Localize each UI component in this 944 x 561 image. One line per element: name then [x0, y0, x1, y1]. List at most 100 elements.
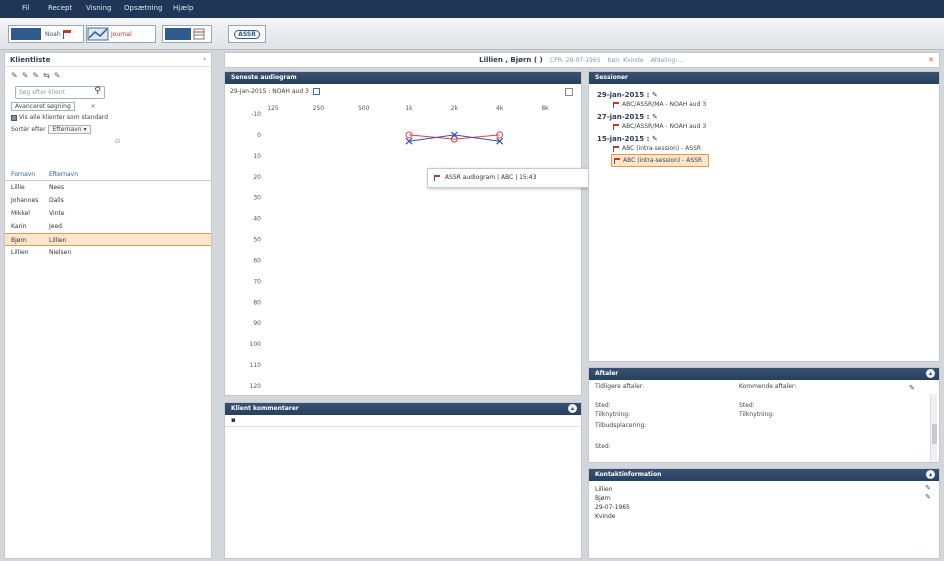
appointments-title: Aftaler: [595, 370, 619, 377]
edit-icon[interactable]: ✎: [925, 484, 931, 493]
location-label-2: Sted:: [595, 443, 611, 450]
appointments-body: Tidligere aftaler: Sted: Tilknytning: Ti…: [589, 380, 939, 464]
session-date-label: 27-jan-2015 :: [597, 113, 650, 121]
session-date[interactable]: 15-jan-2015 : ✎: [597, 135, 931, 143]
y-tick-label: -10: [251, 111, 261, 118]
clear-search-icon[interactable]: ✕: [91, 103, 96, 110]
refresh-icon[interactable]: ✎: [54, 71, 61, 80]
close-patient-icon[interactable]: ✕: [928, 53, 934, 67]
x-tick-label: 2k: [451, 105, 459, 112]
x-tick-label: 125: [267, 105, 279, 112]
edit-icon[interactable]: ✎: [925, 493, 931, 502]
appointments-header: Aftaler ▴: [589, 368, 939, 380]
audiogram-header: Seneste audiogram: [225, 72, 581, 84]
collapse-panel-button[interactable]: ‹: [203, 55, 206, 63]
client-firstname: Lillien: [11, 249, 29, 256]
scrollbar-thumb[interactable]: [932, 424, 937, 444]
menu-recept[interactable]: Recept: [48, 4, 72, 12]
client-search-input[interactable]: Søg efter klient ⚲: [15, 86, 105, 99]
show-all-row: Vis alle klienter som standard: [5, 112, 211, 123]
delete-client-icon[interactable]: ✎: [32, 71, 39, 80]
notes-toolbar: ▪: [225, 415, 581, 427]
journal-button[interactable]: Journal: [86, 25, 156, 43]
notes-textarea[interactable]: [225, 427, 581, 561]
collapse-appointments-icon[interactable]: ▴: [926, 369, 935, 378]
y-tick-label: 10: [253, 153, 261, 160]
session-entry-selected[interactable]: ABC (intra-session) - ASSR: [611, 154, 709, 167]
x-tick-label: 8k: [541, 105, 549, 112]
y-tick-label: 80: [253, 299, 261, 306]
session-entry[interactable]: ABC/ASSR/MA - NOAH aud 3: [597, 121, 931, 132]
client-row[interactable]: Lillien Nielsen: [5, 246, 211, 259]
session-entry-label: ABC (intra-session) - ASSR: [623, 157, 703, 164]
y-tick-label: 30: [253, 195, 261, 202]
sessions-header: Sessioner: [589, 72, 939, 84]
show-all-label: Vis alle klienter som standard: [18, 114, 109, 121]
sort-row: Sortér efter Efternavn ▾: [5, 123, 211, 136]
grid-button[interactable]: [162, 25, 212, 43]
contact-panel: Kontaktinformation ▴ Lillien Bjørn 29-07…: [588, 468, 940, 559]
sort-select[interactable]: Efternavn ▾: [47, 125, 92, 134]
x-tick-label: 500: [358, 105, 370, 112]
notes-header: Klient kommentarer ▴: [225, 403, 581, 415]
chart-icon: [87, 27, 109, 41]
y-tick-label: 0: [257, 132, 261, 139]
session-entry[interactable]: ABC (intra-session) - ASSR: [597, 143, 931, 154]
filter-toggle-icon[interactable]: ⊟: [5, 136, 211, 147]
flag-icon: [62, 29, 71, 39]
client-row[interactable]: Johannes Dalls: [5, 194, 211, 207]
column-firstname[interactable]: Fornavn: [11, 171, 49, 178]
edit-icon[interactable]: ✎: [652, 91, 658, 99]
add-client-icon[interactable]: ✎: [11, 71, 18, 80]
maximize-icon[interactable]: [565, 88, 573, 96]
menu-view[interactable]: Visning: [86, 4, 112, 12]
search-icon[interactable]: ⚲: [94, 86, 101, 97]
y-tick-label: 70: [253, 278, 261, 285]
upcoming-appointments-label: Kommende aftaler:: [739, 383, 797, 390]
client-row-selected[interactable]: Bjørn Lillien: [5, 233, 211, 246]
session-date[interactable]: 27-jan-2015 : ✎: [597, 113, 931, 121]
advanced-search-link[interactable]: Avanceret søgning: [11, 102, 75, 111]
client-firstname: Karin: [11, 223, 27, 230]
session-entry-label: ABC/ASSR/MA - NOAH aud 3: [622, 101, 707, 108]
assr-logo: ASSR: [234, 29, 260, 39]
menu-help[interactable]: Hjælp: [173, 4, 193, 12]
menu-bar: Fil Recept Visning Opsætning Hjælp: [0, 0, 944, 18]
audiogram-panel: Seneste audiogram 29-jan-2015 : NOAH aud…: [224, 71, 591, 396]
appointments-scrollbar[interactable]: [930, 394, 937, 462]
edit-icon[interactable]: ✎: [652, 113, 658, 121]
x-tick-label: 250: [313, 105, 325, 112]
audiogram-subtitle[interactable]: 29-jan-2015 : NOAH aud 3: [230, 88, 309, 95]
menu-setup[interactable]: Opsætning: [124, 4, 162, 12]
client-firstname: Johannes: [11, 197, 39, 204]
noah-button[interactable]: Noah: [8, 25, 84, 43]
x-tick-label: 4k: [496, 105, 504, 112]
save-icon[interactable]: ▪: [231, 416, 236, 424]
column-lastname[interactable]: Efternavn: [49, 171, 205, 178]
sessions-panel: Sessioner 29-jan-2015 : ✎ ABC/ASSR/MA - …: [588, 71, 940, 362]
session-date[interactable]: 29-jan-2015 : ✎: [597, 91, 931, 99]
show-all-checkbox[interactable]: [11, 114, 17, 121]
notes-panel: Klient kommentarer ▴ ▪: [224, 402, 582, 559]
contact-gender: Kvinde: [595, 513, 616, 520]
client-row[interactable]: Karin Jeed: [5, 220, 211, 233]
tooltip-text: ASSR audiogram | ABC | 15:43: [444, 174, 537, 181]
edit-icon[interactable]: ✎: [652, 135, 658, 143]
link-client-icon[interactable]: ⇆: [43, 71, 50, 80]
edit-client-icon[interactable]: ✎: [22, 71, 29, 80]
collapse-contact-icon[interactable]: ▴: [926, 470, 935, 479]
assr-button[interactable]: ASSR: [228, 25, 266, 43]
edit-icon[interactable]: ✎: [909, 384, 915, 392]
y-tick-label: 90: [253, 320, 261, 327]
session-entry[interactable]: ABC/ASSR/MA - NOAH aud 3: [597, 99, 931, 110]
patient-name: Lillien , Bjørn ( ): [479, 56, 543, 64]
contact-firstname: Bjørn: [595, 495, 611, 502]
menu-file[interactable]: Fil: [22, 4, 29, 12]
client-row[interactable]: Mikkel Vinte: [5, 207, 211, 220]
client-lastname: Dalls: [49, 197, 64, 204]
y-tick-label: 20: [253, 174, 261, 181]
audiogram-chart: 125 250 500 1k 2k 4k 8k -10 0 10 20 30 40 50 60 70 80 90 1…: [225, 102, 581, 392]
collapse-notes-icon[interactable]: ▴: [568, 404, 577, 413]
appointments-panel: Aftaler ▴ Tidligere aftaler: Sted: Tilkn…: [588, 367, 940, 463]
client-row[interactable]: Lillie Nees: [5, 181, 211, 194]
